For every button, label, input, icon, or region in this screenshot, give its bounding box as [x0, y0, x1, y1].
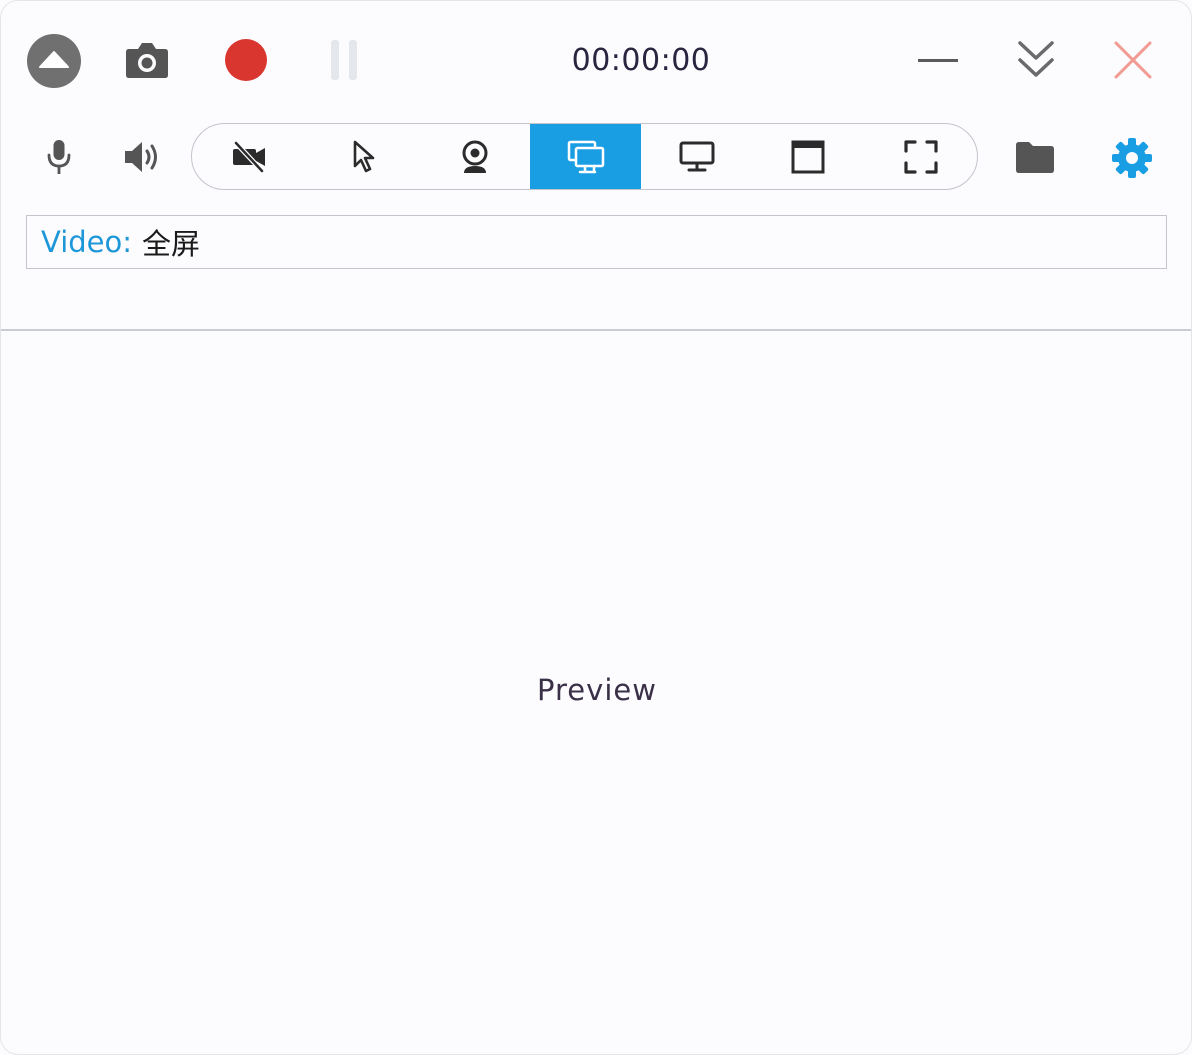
eject-up-icon — [27, 34, 81, 88]
cursor-icon — [353, 140, 374, 172]
screenshot-button[interactable] — [121, 37, 173, 83]
video-source-value: 全屏 — [142, 227, 201, 261]
region-icon — [904, 139, 938, 174]
record-icon — [225, 39, 267, 81]
expand-button[interactable] — [1011, 35, 1061, 85]
recorder-window: 00:00:00 Video: 全屏 Preview — [0, 0, 1192, 1055]
preview-area: Preview — [1, 331, 1191, 1054]
mode-region[interactable] — [863, 124, 977, 189]
mode-no-camera[interactable] — [192, 124, 308, 189]
mode-window[interactable] — [752, 124, 863, 189]
close-icon — [1114, 41, 1152, 79]
microphone-icon — [47, 140, 71, 174]
mode-cursor[interactable] — [308, 124, 419, 189]
microphone-button[interactable] — [39, 133, 79, 181]
minimize-button[interactable] — [913, 41, 963, 81]
window-icon — [791, 140, 824, 173]
recording-timer: 00:00:00 — [571, 43, 711, 78]
record-button[interactable] — [221, 37, 271, 83]
webcam-icon — [462, 140, 487, 173]
gear-icon — [1112, 138, 1152, 178]
open-folder-button[interactable] — [1011, 135, 1059, 179]
camera-icon — [126, 43, 168, 78]
no-camera-icon — [233, 140, 265, 173]
speaker-icon — [125, 142, 157, 172]
settings-button[interactable] — [1107, 133, 1157, 183]
video-source-field: Video: 全屏 — [26, 215, 1167, 269]
minimize-icon — [918, 59, 958, 62]
mode-monitor[interactable] — [641, 124, 752, 189]
preview-label: Preview — [537, 673, 657, 707]
capture-mode-selector — [191, 123, 978, 190]
double-chevron-down-icon — [1018, 41, 1054, 77]
pause-icon — [331, 40, 357, 80]
folder-icon — [1016, 142, 1054, 173]
monitor-icon — [679, 141, 714, 171]
screen-share-icon — [567, 140, 604, 173]
video-label: Video: — [41, 225, 133, 259]
mode-webcam[interactable] — [419, 124, 530, 189]
mode-screen-share[interactable] — [530, 124, 641, 189]
close-button[interactable] — [1108, 35, 1158, 85]
speaker-button[interactable] — [119, 133, 165, 181]
pause-button[interactable] — [321, 37, 367, 83]
collapse-button[interactable] — [26, 33, 82, 89]
